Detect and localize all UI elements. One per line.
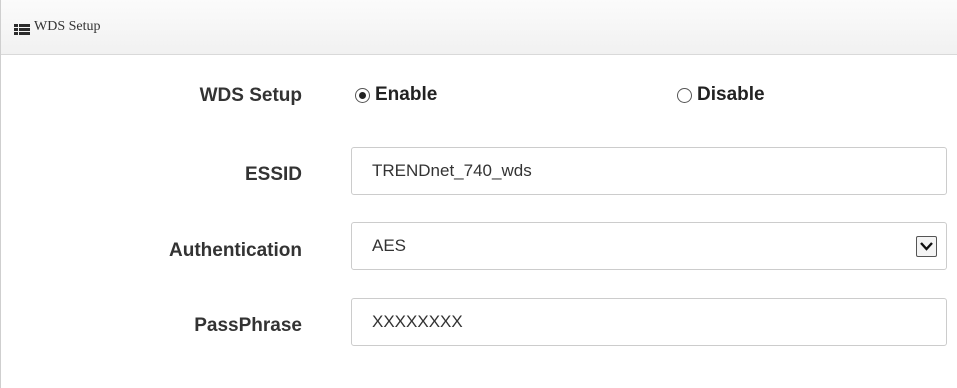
chevron-down-icon[interactable]: [916, 236, 937, 257]
authentication-label: Authentication: [169, 240, 302, 261]
radio-enable-label: Enable: [375, 84, 438, 105]
radio-disable-label: Disable: [697, 84, 765, 105]
list-icon: [14, 22, 30, 35]
panel-header: WDS Setup: [1, 0, 957, 55]
passphrase-label: PassPhrase: [194, 315, 302, 336]
radio-enable[interactable]: Enable: [355, 83, 437, 107]
essid-input[interactable]: [351, 147, 947, 195]
radio-enable-indicator[interactable]: [355, 87, 370, 103]
radio-disable[interactable]: Disable: [677, 83, 765, 107]
wds-setup-label: WDS Setup: [199, 85, 302, 106]
authentication-select[interactable]: AES: [351, 222, 947, 270]
essid-label: ESSID: [244, 164, 302, 185]
radio-disable-indicator[interactable]: [677, 87, 692, 103]
panel-title: WDS Setup: [34, 19, 101, 34]
wds-setup-panel: WDS Setup WDS Setup Enable Disable ESSID…: [0, 0, 957, 388]
authentication-selected-value: AES: [372, 236, 407, 255]
passphrase-input[interactable]: [351, 298, 947, 346]
